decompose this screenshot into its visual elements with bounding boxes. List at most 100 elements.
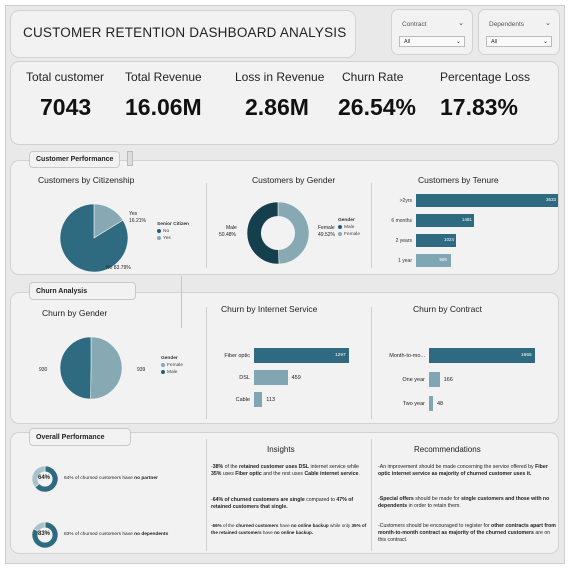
chart-title: Customers by Gender — [252, 175, 336, 185]
bar[interactable] — [429, 348, 535, 363]
pie-slice-female[interactable] — [59, 336, 92, 400]
divider — [371, 307, 372, 419]
chart-title: Churn by Contract — [413, 304, 482, 314]
donut-center-label: 64% — [38, 475, 51, 481]
divider — [181, 276, 182, 328]
bar[interactable] — [254, 392, 263, 407]
legend-title: Gender — [338, 218, 355, 223]
kpi-churn-rate: Churn Rate 26.54% — [338, 70, 416, 121]
gender-donut[interactable] — [246, 201, 310, 265]
bar-value-label: 1297 — [335, 353, 346, 358]
chart-title: Churn by Gender — [42, 308, 108, 318]
legend-label: Female — [167, 363, 183, 368]
dependents-slicer[interactable]: Dependents ⌄ All ⌄ — [478, 9, 560, 55]
bar[interactable] — [416, 194, 558, 207]
bar-value-label: 113 — [266, 397, 276, 403]
contract-slicer[interactable]: Contract ⌄ All ⌄ — [391, 9, 473, 55]
legend-marker — [161, 369, 165, 374]
insight-1: -38% of the retained customer uses DSL i… — [211, 464, 360, 477]
legend-title: Gender — [161, 356, 178, 361]
no-partner-caption: 64% of churned customers have no partner — [64, 476, 158, 481]
dependents-dropdown[interactable]: All ⌄ — [486, 36, 552, 47]
bar[interactable] — [429, 396, 433, 411]
chevron-down-icon[interactable]: ⌄ — [458, 19, 464, 27]
data-label: Female — [318, 225, 335, 231]
legend-marker — [161, 362, 165, 367]
gender-legend: Gender Male Female — [338, 217, 360, 238]
insights-title: Insights — [267, 445, 295, 454]
legend-item[interactable]: No — [157, 228, 189, 235]
citizenship-legend: Senior Citizen No Yes — [157, 221, 189, 242]
legend-item[interactable]: Male — [161, 369, 183, 376]
legend-item[interactable]: Female — [161, 362, 183, 369]
data-label: 930 — [39, 367, 48, 373]
kpi-percentage-loss: Percentage Loss 17.83% — [440, 70, 530, 121]
data-label: 16.21% — [129, 218, 146, 224]
churn-gender-pie[interactable] — [59, 336, 123, 400]
page-title: CUSTOMER RETENTION DASHBOARD ANALYSIS — [23, 25, 347, 40]
dependents-dropdown-value: All — [491, 39, 498, 45]
caption-text: 64% of churned customers have — [64, 476, 135, 481]
legend-label: Male — [344, 225, 355, 230]
bar-category-label: One year — [402, 377, 425, 383]
legend-marker — [157, 235, 161, 240]
bar-value-label: 1481 — [461, 217, 472, 222]
kpi-label: Percentage Loss — [440, 70, 531, 84]
chart-title: Customers by Tenure — [418, 175, 499, 185]
bar-category-label: Cable — [235, 397, 250, 403]
caption-emphasis: no partner — [134, 476, 158, 481]
bar[interactable] — [254, 370, 288, 385]
legend-marker — [157, 228, 161, 233]
kpi-loss-revenue: Loss in Revenue 2.86M — [235, 70, 324, 121]
legend-item[interactable]: Male — [338, 224, 360, 231]
data-label: No 83.79% — [106, 265, 131, 271]
kpi-value: 2.86M — [245, 94, 309, 120]
divider — [371, 439, 372, 551]
churn-analysis-card: Churn by Gender 930 939 Gender Female Ma… — [10, 292, 559, 424]
recommendation-1: -An improvement should be made concernin… — [378, 464, 548, 477]
kpi-label: Loss in Revenue — [235, 70, 325, 84]
kpi-label: Churn Rate — [342, 70, 404, 84]
contract-dropdown-value: All — [404, 39, 411, 45]
recommendations-title: Recommendations — [414, 445, 481, 454]
bar-category-label: Fiber optic — [224, 353, 250, 359]
divider — [206, 183, 207, 268]
dependents-slicer-label: Dependents — [489, 21, 525, 28]
kpi-total-revenue: Total Revenue 16.06M — [125, 70, 202, 121]
legend-item[interactable]: Yes — [157, 235, 189, 242]
dropdown-arrow-icon: ⌄ — [542, 39, 548, 45]
legend-marker — [338, 224, 342, 229]
contract-slicer-label: Contract — [402, 21, 427, 28]
section-tab-handle — [127, 151, 133, 166]
divider — [206, 439, 207, 551]
donut-center-label: 83% — [38, 531, 51, 537]
donut-hole — [260, 215, 296, 251]
overall-performance-card: 64% 64% of churned customers have no par… — [10, 432, 559, 554]
data-label: 49.52% — [318, 232, 335, 238]
title-card: CUSTOMER RETENTION DASHBOARD ANALYSIS — [10, 10, 356, 58]
data-label: Male — [226, 225, 237, 231]
legend-item[interactable]: Female — [338, 231, 360, 238]
section-tab-churn-analysis[interactable]: Churn Analysis — [29, 282, 136, 300]
bar-value-label: 459 — [291, 375, 301, 381]
insight-2: -64% of churned customers are single com… — [211, 497, 354, 510]
chevron-down-icon[interactable]: ⌄ — [545, 19, 551, 27]
kpi-total-customer: Total customer 7043 — [26, 70, 104, 121]
bar-category-label: Two year — [402, 401, 425, 407]
dropdown-arrow-icon: ⌄ — [455, 39, 461, 45]
bar-category-label: 6 months — [391, 218, 412, 224]
legend-label: No — [163, 229, 170, 234]
bar-category-label: 1 year — [398, 258, 412, 264]
data-label: 50.48% — [219, 232, 236, 238]
section-tab-customer-performance[interactable]: Customer Performance — [29, 151, 121, 168]
citizenship-pie[interactable] — [59, 203, 129, 273]
pie-slice-male[interactable] — [90, 336, 123, 400]
contract-dropdown[interactable]: All ⌄ — [399, 36, 465, 47]
kpi-label: Total customer — [26, 70, 105, 84]
section-tab-overall-performance[interactable]: Overall Performance — [29, 428, 131, 446]
bar-value-label: 905 — [439, 257, 447, 262]
bar[interactable] — [429, 372, 440, 387]
bar-category-label: DSL — [239, 375, 250, 381]
recommendation-3: -Customers should be encouraged to regis… — [378, 523, 556, 543]
bar-value-label: 48 — [437, 401, 444, 407]
